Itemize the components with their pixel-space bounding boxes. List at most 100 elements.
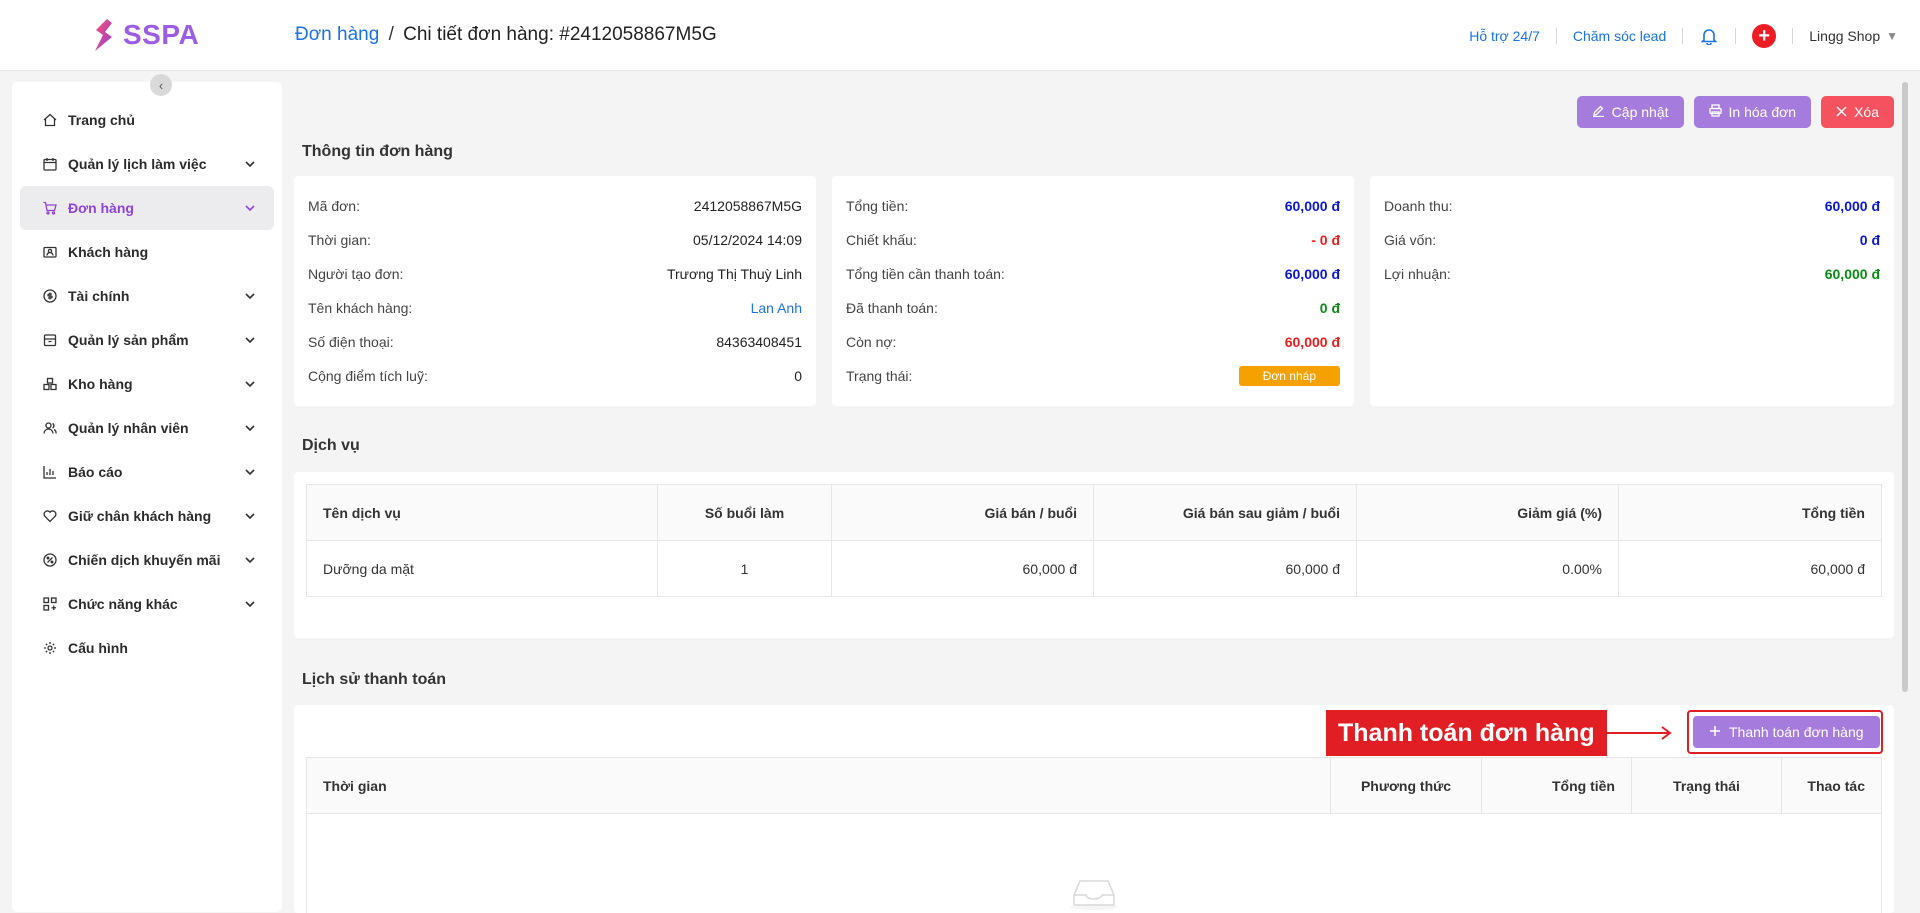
amount-due: 60,000 đ [1284, 266, 1340, 282]
pay-order-button[interactable]: Thanh toán đơn hàng [1693, 716, 1880, 748]
info-row: Tổng tiền cần thanh toán: 60,000 đ [846, 266, 1340, 282]
sidebar-item-warehouse[interactable]: Kho hàng [20, 362, 274, 406]
payment-callout-label: Thanh toán đơn hàng [1326, 710, 1607, 756]
total-amount: 60,000 đ [1284, 198, 1340, 214]
print-invoice-label: In hóa đơn [1728, 104, 1797, 120]
info-row: Trạng thái: Đơn nháp [846, 366, 1340, 386]
breadcrumb: Đơn hàng / Chi tiết đơn hàng: #241205886… [295, 24, 717, 46]
chevron-left-icon[interactable]: ‹ [150, 74, 172, 96]
sidebar-item-settings[interactable]: Cấu hình [20, 626, 274, 670]
sidebar-item-retention[interactable]: Giữ chân khách hàng [20, 494, 274, 538]
shop-selector[interactable]: Lingg Shop [1809, 28, 1880, 44]
sidebar-item-home[interactable]: Trang chủ [20, 98, 274, 142]
sidebar-item-other-features[interactable]: Chức năng khác [20, 582, 274, 626]
cart-icon [42, 200, 58, 216]
cell-discounted-price: 60,000 đ [1093, 540, 1357, 597]
info-label: Giá vốn: [1384, 232, 1437, 248]
bar-chart-icon [42, 464, 58, 480]
sidebar-item-schedule[interactable]: Quản lý lịch làm việc [20, 142, 274, 186]
action-bar: Cập nhật In hóa đơn Xóa [1576, 96, 1894, 128]
sidebar-item-products[interactable]: Quản lý sản phẩm [20, 318, 274, 362]
pencil-icon [1592, 104, 1605, 120]
info-label: Chiết khấu: [846, 232, 917, 248]
empty-state [306, 813, 1882, 913]
payment-history-title: Lịch sử thanh toán [302, 671, 447, 688]
col-discount-percent: Giảm giá (%) [1356, 484, 1619, 541]
info-label: Doanh thu: [1384, 198, 1453, 214]
sidebar-item-finance[interactable]: Tài chính [20, 274, 274, 318]
gear-icon [42, 640, 58, 656]
sidebar-item-label: Khách hàng [68, 244, 149, 260]
cell-discount-percent: 0.00% [1356, 540, 1619, 597]
payment-table-wrapper: Thời gian Phương thức Tổng tiền Trạng th… [306, 757, 1882, 913]
chevron-down-icon [244, 466, 256, 478]
sidebar-item-orders[interactable]: Đơn hàng [20, 186, 274, 230]
breadcrumb-orders-link[interactable]: Đơn hàng [295, 24, 379, 45]
vertical-scrollbar[interactable] [1902, 82, 1908, 692]
chevron-down-icon [244, 202, 256, 214]
info-row: Giá vốn: 0 đ [1384, 232, 1880, 248]
caret-down-icon[interactable]: ▼ [1886, 29, 1898, 43]
chevron-down-icon [244, 378, 256, 390]
chevron-down-icon [244, 290, 256, 302]
sidebar-item-label: Chức năng khác [68, 596, 178, 612]
order-code: 2412058867M5G [693, 198, 802, 214]
col-status: Trạng thái [1631, 757, 1782, 814]
empty-inbox-icon [1068, 879, 1120, 913]
sidebar-item-label: Giữ chân khách hàng [68, 508, 212, 524]
info-row: Doanh thu: 60,000 đ [1384, 198, 1880, 214]
info-row: Thời gian: 05/12/2024 14:09 [308, 232, 802, 248]
table-header-row: Tên dịch vụ Số buổi làm Giá bán / buổi G… [306, 484, 1882, 541]
brand-logo[interactable]: SSPA [93, 18, 199, 52]
sidebar-item-label: Báo cáo [68, 464, 123, 480]
delete-button[interactable]: Xóa [1821, 96, 1894, 128]
sidebar-item-reports[interactable]: Báo cáo [20, 450, 274, 494]
chevron-down-icon [244, 510, 256, 522]
info-label: Lợi nhuận: [1384, 266, 1451, 282]
cell-unit-price: 60,000 đ [831, 540, 1094, 597]
table-header-row: Thời gian Phương thức Tổng tiền Trạng th… [306, 757, 1882, 814]
empty-row [306, 813, 1882, 913]
col-amount: Tổng tiền [1481, 757, 1632, 814]
sidebar-item-promotions[interactable]: Chiến dịch khuyến mãi [20, 538, 274, 582]
discount-amount: - 0 đ [1311, 232, 1340, 248]
chevron-down-icon [244, 334, 256, 346]
support-link[interactable]: Hỗ trợ 24/7 [1469, 28, 1540, 44]
divider [1555, 28, 1557, 44]
col-time: Thời gian [306, 757, 1331, 814]
info-row: Tổng tiền: 60,000 đ [846, 198, 1340, 214]
sidebar-item-customers[interactable]: Khách hàng [20, 230, 274, 274]
sidebar-item-label: Chiến dịch khuyến mãi [68, 552, 221, 568]
grid-icon [42, 596, 58, 612]
info-label: Người tạo đơn: [308, 266, 404, 282]
calendar-icon [42, 156, 58, 172]
revenue: 60,000 đ [1824, 198, 1880, 214]
sidebar-item-staff[interactable]: Quản lý nhân viên [20, 406, 274, 450]
delete-button-label: Xóa [1854, 104, 1879, 120]
chevron-down-icon [244, 158, 256, 170]
info-label: Tổng tiền: [846, 198, 909, 214]
phone-number: 84363408451 [716, 334, 802, 350]
plus-circle-icon[interactable]: + [1752, 24, 1777, 48]
plus-icon [1709, 724, 1721, 740]
update-button[interactable]: Cập nhật [1576, 96, 1684, 128]
page-title: Chi tiết đơn hàng: #2412058867M5G [403, 24, 717, 45]
payment-summary-card: Tổng tiền: 60,000 đ Chiết khấu: - 0 đ Tổng… [832, 176, 1354, 406]
col-unit-price: Giá bán / buổi [831, 484, 1094, 541]
table-row: Dưỡng da mặt 1 60,000 đ 60,000 đ 0.00% 6… [306, 540, 1882, 597]
sidebar-item-label: Tài chính [68, 288, 130, 304]
main-content: Cập nhật In hóa đơn Xóa Thông tin đơn hà… [294, 82, 1894, 913]
header-actions: Hỗ trợ 24/7 Chăm sóc lead + Lingg Shop ▼ [1469, 22, 1898, 50]
bell-icon[interactable] [1699, 26, 1719, 46]
lead-care-link[interactable]: Chăm sóc lead [1573, 28, 1666, 44]
customer-name-link[interactable]: Lan Anh [751, 300, 802, 316]
arrow-right-icon [1600, 726, 1672, 740]
percent-icon [42, 552, 58, 568]
info-row: Chiết khấu: - 0 đ [846, 232, 1340, 248]
profit-card: Doanh thu: 60,000 đ Giá vốn: 0 đ Lợi nhuận… [1370, 176, 1894, 406]
divider [1682, 28, 1684, 44]
print-invoice-button[interactable]: In hóa đơn [1693, 96, 1812, 128]
sidebar: ‹ Trang chủ Quản lý lịch làm việc Đơn hà… [12, 74, 282, 912]
printer-icon [1708, 104, 1722, 120]
brand-name: SSPA [123, 19, 200, 50]
